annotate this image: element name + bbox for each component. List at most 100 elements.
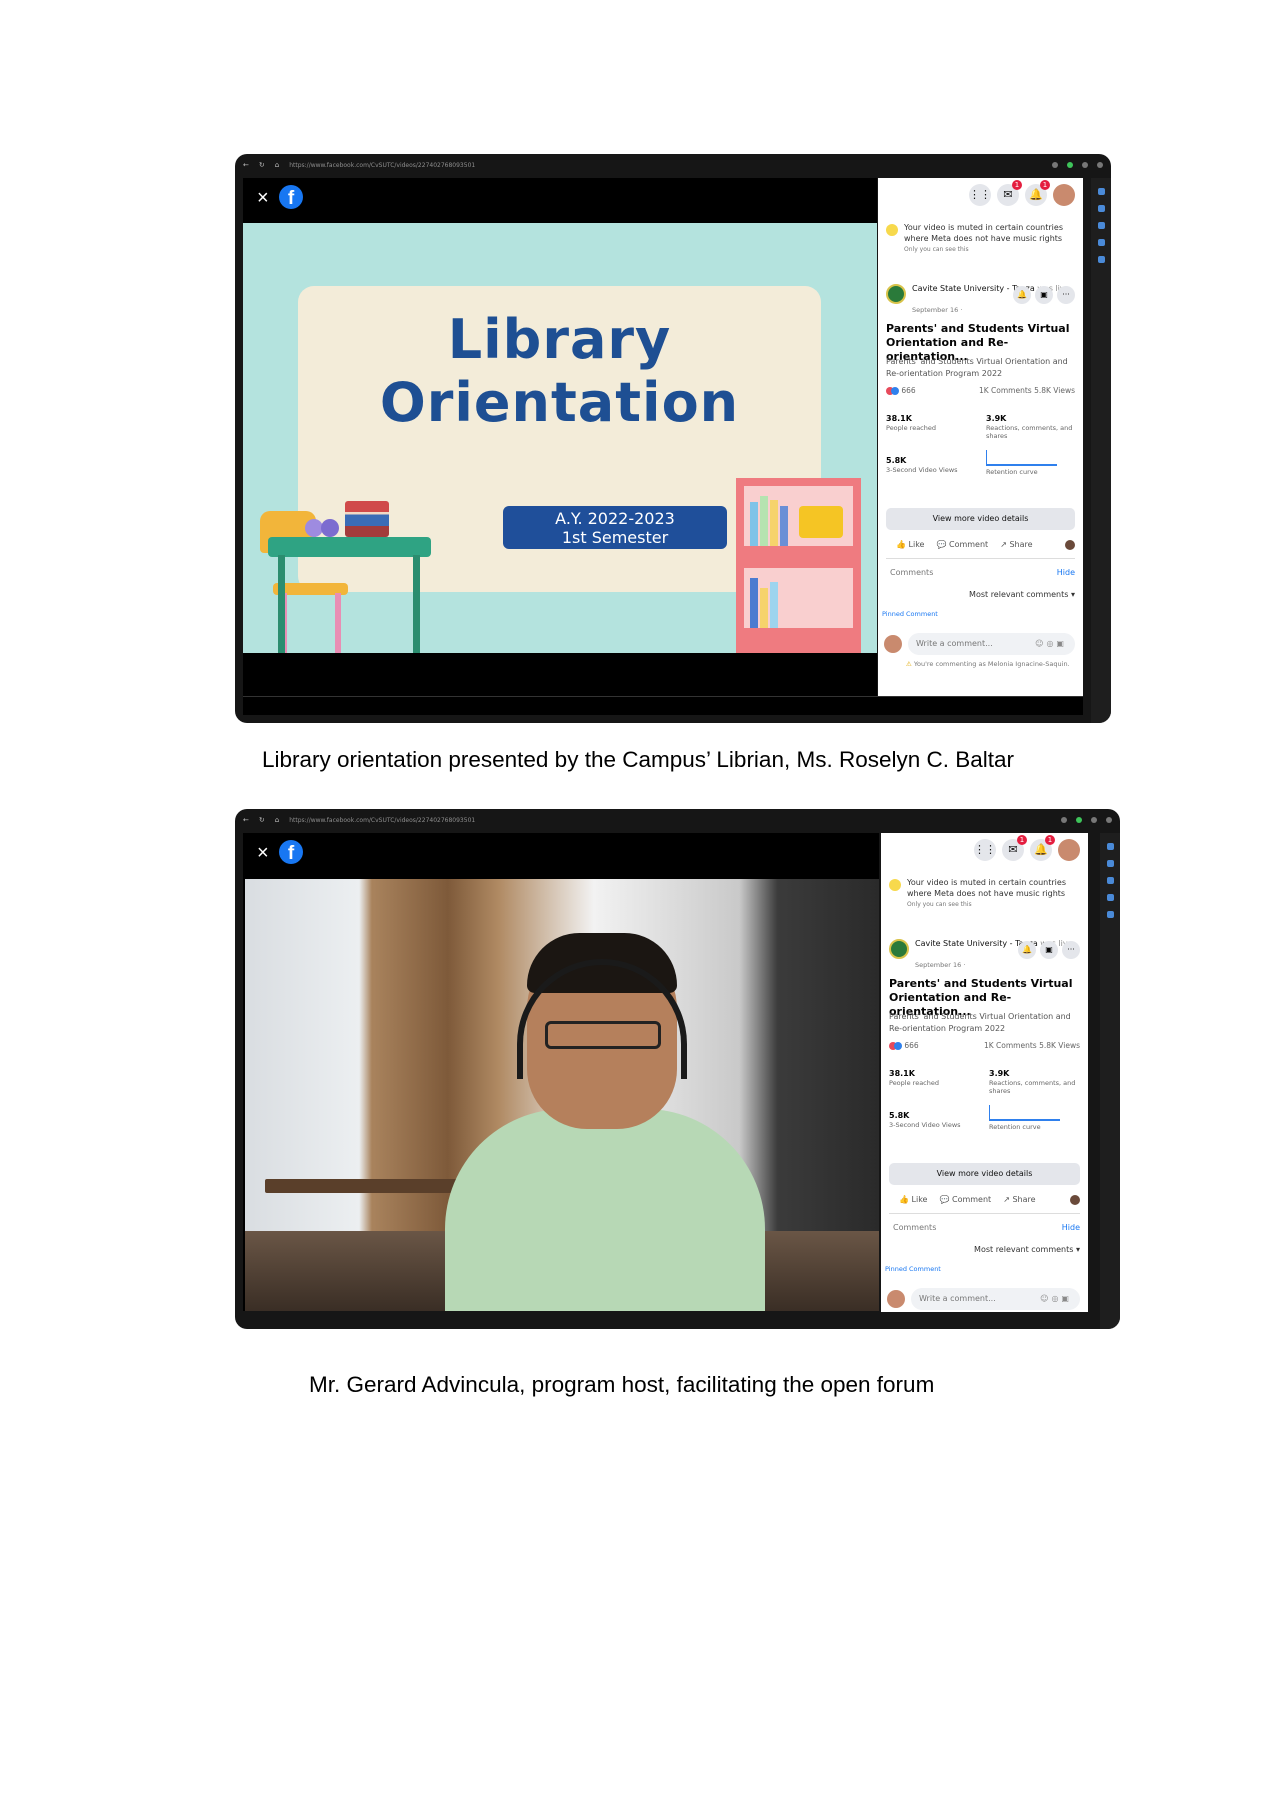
actor-selector[interactable] [1070,1195,1080,1205]
close-icon[interactable]: × [257,843,269,863]
refresh-icon[interactable]: ↻ [259,161,265,169]
comment-sort-dropdown[interactable]: Most relevant comments ▾ [974,1245,1080,1254]
page-header: Cavite State University - Tanza was live… [886,282,1077,318]
extension-icon[interactable] [1082,162,1088,168]
extension-icon[interactable] [1091,817,1097,823]
page-header: Cavite State University - Tanza was live… [889,937,1082,973]
comment-button[interactable]: 💬 Comment [936,540,988,550]
url-text[interactable]: https://www.facebook.com/CvSUTC/videos/2… [289,162,475,169]
page-avatar[interactable] [889,939,909,959]
retention-curve [989,1105,1060,1121]
extension-icon[interactable] [1076,817,1082,823]
extension-icon[interactable] [1106,860,1114,867]
warning-icon [889,879,901,891]
share-button[interactable]: ↗ Share [1003,1195,1035,1205]
book [750,578,758,628]
menu-grid-icon[interactable]: ⋮⋮ [974,839,996,861]
extension-icon[interactable] [1106,894,1114,901]
post-date[interactable]: September 16 · [915,961,965,969]
notice-text: Your video is muted in certain countries… [907,878,1066,898]
browser-address-bar[interactable]: ← ↻ ⌂ https://www.facebook.com/CvSUTC/vi… [243,815,1112,825]
more-options-icon[interactable]: ··· [1057,286,1075,304]
metric-retention: Retention curve [986,450,1074,476]
browser-address-bar[interactable]: ← ↻ ⌂ https://www.facebook.com/CvSUTC/vi… [243,160,1103,170]
extension-icon[interactable] [1106,877,1114,884]
page-avatar[interactable] [886,284,906,304]
messenger-icon[interactable]: ✉ 1 [997,180,1022,206]
hide-comments-link[interactable]: Hide [1057,568,1075,577]
extension-icon[interactable] [1052,162,1058,168]
hide-comments-link[interactable]: Hide [1062,1223,1080,1232]
pinned-comment-label: Pinned Comment [885,1265,941,1273]
host-person [445,933,765,1311]
home-icon[interactable]: ⌂ [275,816,279,824]
save-icon[interactable]: ▣ [1035,286,1053,304]
extension-icon[interactable] [1097,205,1105,212]
account-avatar[interactable] [1058,839,1080,861]
back-icon[interactable]: ← [243,816,249,824]
extension-icon[interactable] [1097,256,1105,263]
post-date[interactable]: September 16 · [912,306,962,314]
close-icon[interactable]: × [257,188,269,208]
share-button[interactable]: ↗ Share [1000,540,1032,550]
eyeglasses [545,1021,661,1049]
extension-icon[interactable] [1067,162,1073,168]
search-icon[interactable] [1106,843,1114,850]
actor-selector[interactable] [1065,540,1075,550]
save-icon[interactable]: ▣ [1040,941,1058,959]
messenger-badge: 1 [1017,835,1027,845]
search-icon[interactable] [1097,188,1105,195]
facebook-logo-icon[interactable]: f [279,185,303,209]
comments-views[interactable]: 1K Comments 5.8K Views [984,1041,1080,1050]
user-avatar [887,1290,905,1308]
notifications-bell-icon[interactable]: 🔔 1 [1030,835,1055,861]
bell-icon[interactable]: 🔔 [1013,286,1031,304]
webcam-feed [245,879,879,1311]
like-button[interactable]: 👍 Like [899,1195,927,1205]
comments-views[interactable]: 1K Comments 5.8K Views [979,386,1075,395]
view-more-details-button[interactable]: View more video details [889,1163,1080,1185]
reaction-count[interactable]: 666 [901,386,915,395]
url-text[interactable]: https://www.facebook.com/CvSUTC/videos/2… [289,817,475,824]
bell-icon[interactable]: 🔔 [1018,941,1036,959]
extension-icon[interactable] [1097,222,1105,229]
slide-title-line2: Orientation [379,371,740,434]
metric-reactions: 3.9K Reactions, comments, and shares [989,1069,1076,1095]
video-details-panel: ⋮⋮ ✉ 1 🔔 1 Your video is muted in certain … [881,833,1088,1312]
shelf-cell [744,486,853,546]
like-button[interactable]: 👍 Like [896,540,924,550]
home-icon[interactable]: ⌂ [275,161,279,169]
muted-notice: Your video is muted in certain countries… [886,222,1077,255]
refresh-icon[interactable]: ↻ [259,816,265,824]
video-player[interactable]: × f Library Orientation A.Y. 2022-2023 1… [243,178,877,696]
emoji-icons[interactable]: ☺◎▣ [1035,633,1067,655]
facebook-logo-icon[interactable]: f [279,840,303,864]
book [780,506,788,546]
emoji-icons[interactable]: ☺◎▣ [1040,1288,1072,1310]
account-avatar[interactable] [1053,184,1075,206]
video-player[interactable]: × f [243,833,879,1311]
comment-button[interactable]: 💬 Comment [939,1195,991,1205]
pinned-comment-label: Pinned Comment [882,610,938,618]
profile-icon[interactable] [1097,162,1103,168]
notifications-bell-icon[interactable]: 🔔 1 [1025,180,1050,206]
back-icon[interactable]: ← [243,161,249,169]
messenger-icon[interactable]: ✉ 1 [1002,835,1027,861]
extension-icon[interactable] [1106,911,1114,918]
bookshelf-illustration [736,478,861,653]
metric-views: 5.8K 3-Second Video Views [886,456,958,474]
comment-sort-dropdown[interactable]: Most relevant comments ▾ [969,590,1075,599]
view-more-details-button[interactable]: View more video details [886,508,1075,530]
video-description: Parents' and Students Virtual Orientatio… [889,1012,1071,1033]
messenger-badge: 1 [1012,180,1022,190]
taskbar [243,696,1083,715]
slide-title-line1: Library [447,308,672,371]
extension-icon[interactable] [1061,817,1067,823]
metric-views: 5.8K 3-Second Video Views [889,1111,961,1129]
menu-grid-icon[interactable]: ⋮⋮ [969,184,991,206]
more-options-icon[interactable]: ··· [1062,941,1080,959]
extension-icon[interactable] [1097,239,1105,246]
reaction-count[interactable]: 666 [904,1041,918,1050]
engagement-stats: 666 1K Comments 5.8K Views [886,386,1075,398]
profile-icon[interactable] [1106,817,1112,823]
